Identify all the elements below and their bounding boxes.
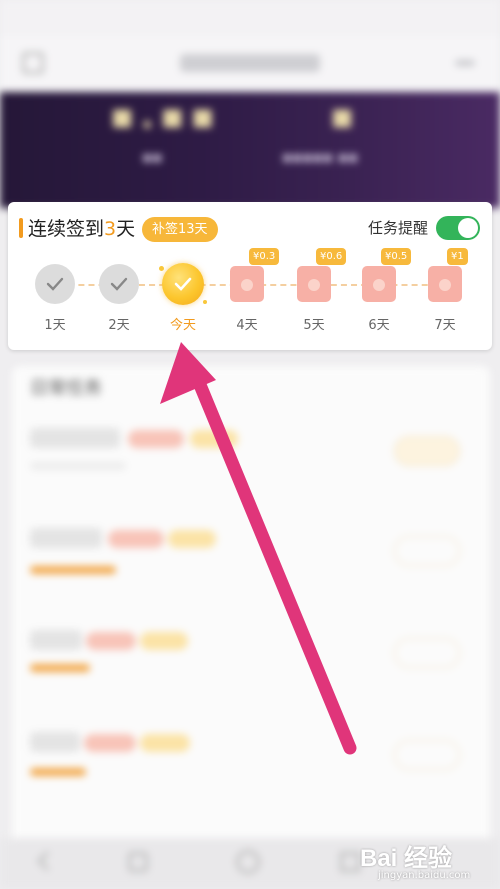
day-icon: ¥0.3 <box>227 248 280 304</box>
checked-circle-icon <box>99 264 139 304</box>
nav-circle-icon[interactable] <box>236 850 260 874</box>
nav-title-block <box>180 54 320 72</box>
day-label: 4天 <box>236 318 258 333</box>
task-progress <box>30 664 90 672</box>
gold-check-coin-icon <box>162 263 204 305</box>
makeup-signin-button[interactable]: 补签13天 <box>142 217 218 242</box>
check-icon <box>110 277 128 291</box>
baidu-jingyan-watermark: Bai 经验 jingyan.baidu.com <box>360 836 496 886</box>
task-name <box>30 428 120 448</box>
day-label: 5天 <box>303 318 325 333</box>
task-tag <box>190 430 238 448</box>
nav-back-icon[interactable] <box>37 851 57 871</box>
balance-figure: ▪.▪▪ <box>110 96 221 137</box>
sparkle-icon <box>203 300 207 304</box>
task-tag <box>140 632 188 650</box>
task-tag <box>108 530 164 548</box>
daily-tasks-title: 日常任务 <box>30 378 102 399</box>
day-icon <box>159 263 207 305</box>
task-progress <box>30 566 116 574</box>
task-progress <box>30 462 126 470</box>
watermark-brand: Bai 经验 <box>360 845 453 872</box>
signin-card: 连续签到3天 补签13天 任务提醒 1天 2天 今天 ¥0.3 4天 ¥0.6 … <box>8 202 492 350</box>
task-tag <box>128 430 184 448</box>
red-envelope-icon <box>230 266 264 302</box>
watermark-url: jingyan.baidu.com <box>378 870 471 881</box>
earnings-header: ▪.▪▪ ▪ ▪▪ ▪▪▪▪▪ ▪▪ <box>0 92 500 208</box>
coin-label: ▪▪▪▪▪ ▪▪ <box>282 148 358 166</box>
task-action-button[interactable] <box>394 740 460 770</box>
reward-badge: ¥0.5 <box>381 248 412 265</box>
more-icon[interactable] <box>455 60 475 66</box>
blurred-content: ▪.▪▪ ▪ ▪▪ ▪▪▪▪▪ ▪▪ 日常任务 <box>0 0 500 889</box>
envelope-seal <box>439 279 451 291</box>
task-tag <box>86 632 136 650</box>
task-name <box>30 528 102 548</box>
task-name <box>30 630 82 650</box>
task-tag <box>168 530 216 548</box>
title-accent-bar <box>19 218 23 238</box>
day-icon <box>99 264 139 304</box>
task-tag <box>140 734 190 752</box>
signin-title-suffix: 天 <box>116 218 136 240</box>
nav-bar <box>0 36 500 92</box>
task-action-button[interactable] <box>394 536 460 566</box>
envelope-seal <box>308 279 320 291</box>
nav-home-icon[interactable] <box>128 852 148 872</box>
day-icon: ¥0.6 <box>294 248 347 304</box>
reminder-toggle[interactable] <box>436 216 480 240</box>
task-progress <box>30 768 86 776</box>
envelope-seal <box>373 279 385 291</box>
toggle-knob <box>458 218 478 238</box>
red-envelope-icon <box>362 266 396 302</box>
red-envelope-icon <box>297 266 331 302</box>
sparkle-icon <box>159 266 164 271</box>
status-bar <box>0 0 500 36</box>
check-icon <box>46 277 64 291</box>
reward-badge: ¥0.6 <box>316 248 347 265</box>
day-label: 7天 <box>434 318 456 333</box>
day-icon: ¥1 <box>425 248 468 304</box>
task-tag <box>84 734 136 752</box>
back-icon[interactable] <box>22 52 44 74</box>
check-icon <box>174 277 192 291</box>
background-page: ▪.▪▪ ▪ ▪▪ ▪▪▪▪▪ ▪▪ 日常任务 <box>0 0 500 889</box>
nav-menu-icon[interactable] <box>340 852 360 872</box>
balance-label: ▪▪ <box>142 148 163 166</box>
task-name <box>30 732 80 752</box>
day-label-today: 今天 <box>169 318 196 333</box>
day-label: 2天 <box>108 318 130 333</box>
checked-circle-icon <box>35 264 75 304</box>
reminder-label: 任务提醒 <box>368 219 429 237</box>
signin-title: 连续签到3天 <box>28 214 135 241</box>
reward-badge: ¥0.3 <box>249 248 280 265</box>
signin-streak-count: 3 <box>104 218 117 240</box>
day-label: 6天 <box>368 318 390 333</box>
red-envelope-icon <box>428 266 462 302</box>
day-icon <box>35 264 75 304</box>
coin-figure: ▪ <box>330 96 361 137</box>
task-action-button[interactable] <box>394 638 460 668</box>
signin-title-prefix: 连续签到 <box>28 218 105 240</box>
task-action-button[interactable] <box>394 436 460 466</box>
envelope-seal <box>241 279 253 291</box>
day-label: 1天 <box>44 318 66 333</box>
day-icon: ¥0.5 <box>359 248 412 304</box>
reward-badge: ¥1 <box>447 248 468 265</box>
